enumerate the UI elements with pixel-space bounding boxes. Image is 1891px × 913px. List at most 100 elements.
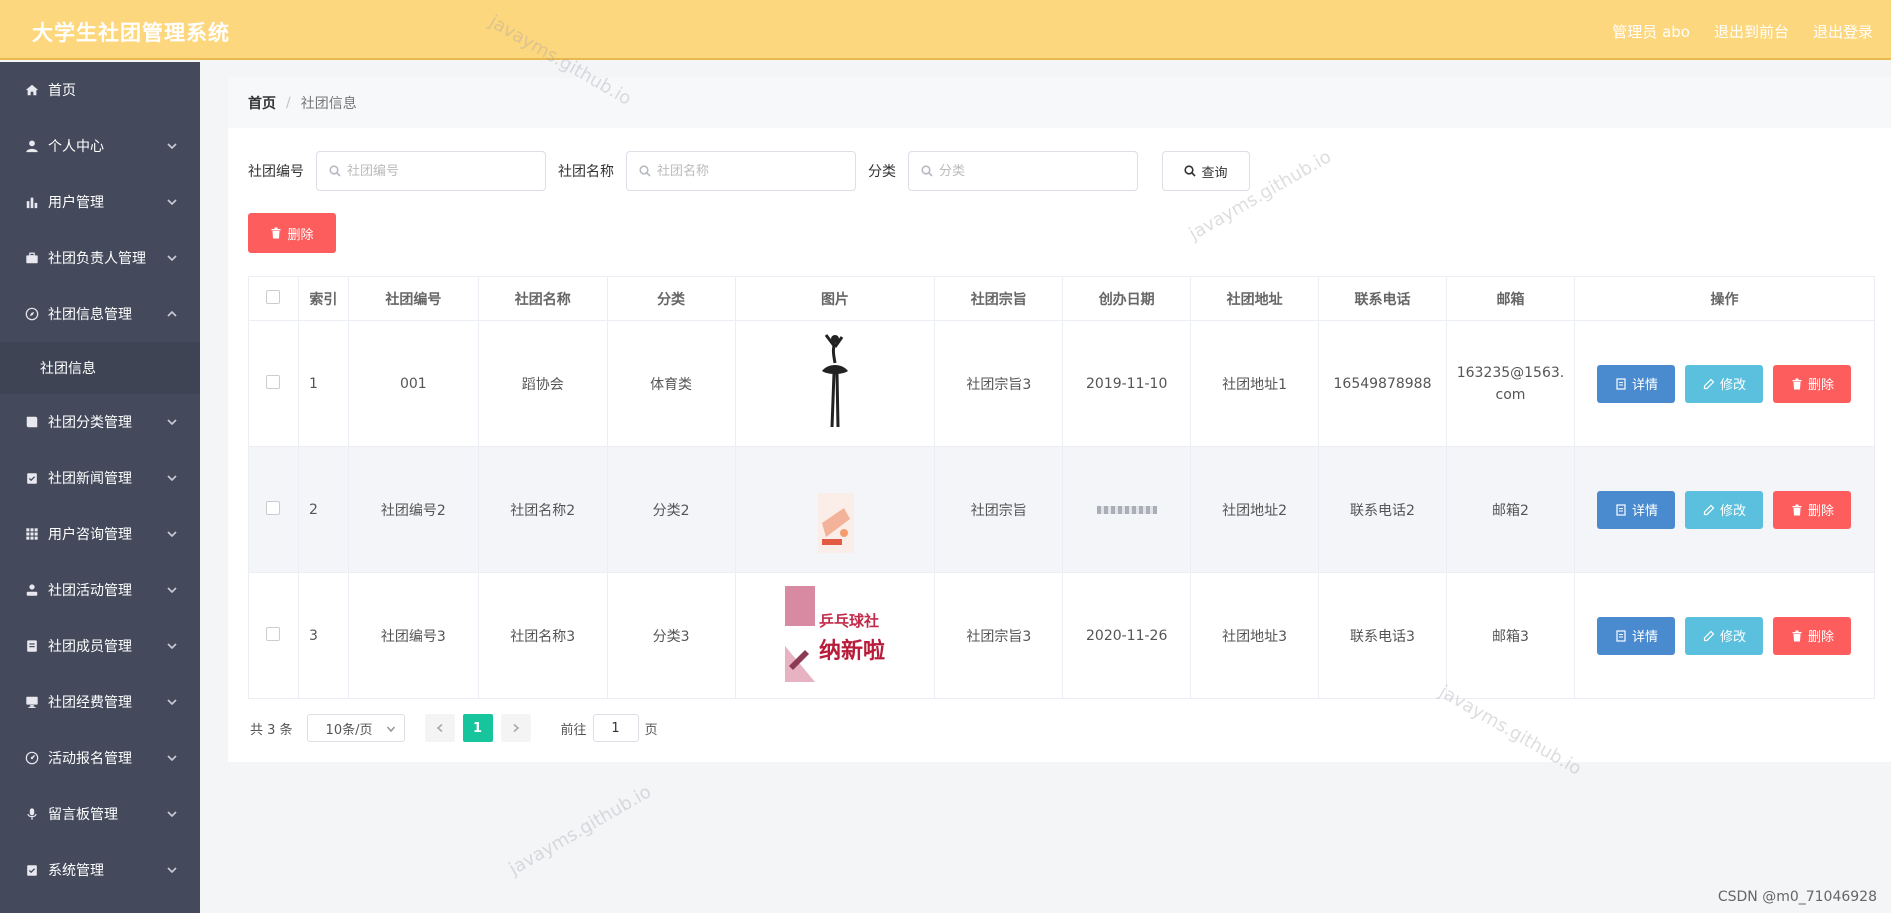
detail-button[interactable]: 详情 [1597, 490, 1676, 529]
chevron-down-icon [166, 696, 178, 708]
page-number-active[interactable]: 1 [462, 714, 493, 742]
cell-phone: 联系电话3 [1318, 572, 1447, 699]
goto-page-input[interactable] [592, 714, 639, 742]
sidebar-item-label: 留言板管理 [48, 807, 118, 823]
cell-email-text: 163235@1563.com [1456, 364, 1565, 403]
delete-label: 删除 [1807, 378, 1834, 393]
sidebar-item-members[interactable]: 社团成员管理 [0, 618, 200, 674]
cell-name: 社团名称2 [477, 446, 608, 573]
edit-label: 修改 [1719, 504, 1746, 519]
chevron-down-icon [166, 864, 178, 876]
date-blurred-text [1096, 505, 1157, 514]
category-label: 分类 [868, 164, 896, 180]
chevron-up-icon [166, 308, 178, 320]
sidebar-item-registration[interactable]: 活动报名管理 [0, 730, 200, 786]
page-size-value: 10条/页 [325, 722, 373, 738]
detail-label: 详情 [1631, 504, 1658, 519]
exit-to-front-link[interactable]: 退出到前台 [1714, 21, 1789, 42]
edit-button[interactable]: 修改 [1685, 616, 1764, 655]
chevron-down-icon [386, 726, 395, 733]
breadcrumb-home[interactable]: 首页 [248, 93, 276, 113]
sidebar-item-label: 活动报名管理 [48, 751, 132, 767]
chevron-down-icon [166, 252, 178, 264]
row-checkbox[interactable] [266, 626, 281, 641]
app-title: 大学生社团管理系统 [32, 21, 230, 45]
query-button[interactable]: 查询 [1162, 151, 1250, 191]
breadcrumb-separator: / [286, 95, 291, 111]
sidebar-item-news[interactable]: 社团新闻管理 [0, 450, 200, 506]
sidebar-item-label: 首页 [48, 83, 76, 99]
sidebar-item-label: 社团活动管理 [48, 583, 132, 599]
cell-name: 社团名称3 [477, 572, 608, 699]
cell-date [1062, 446, 1192, 573]
prev-page-button[interactable] [424, 714, 455, 742]
batch-delete-label: 删除 [287, 227, 314, 243]
row-checkbox[interactable] [266, 500, 281, 515]
select-all-checkbox[interactable] [266, 289, 281, 304]
category-input[interactable] [939, 163, 1119, 179]
page-suffix: 页 [644, 722, 658, 738]
sidebar-item-categories[interactable]: 社团分类管理 [0, 394, 200, 450]
sidebar-item-profile[interactable]: 个人中心 [0, 118, 200, 174]
watermark-text: javayms.github.io [505, 781, 655, 880]
sidebar-item-system[interactable]: 系统管理 [0, 842, 200, 898]
sidebar-item-home[interactable]: 首页 [0, 62, 200, 118]
settings-icon [24, 862, 40, 878]
header-index: 索引 [297, 276, 349, 321]
sidebar-item-label: 系统管理 [48, 863, 104, 879]
sidebar-item-activities[interactable]: 社团活动管理 [0, 562, 200, 618]
sidebar-item-leaders[interactable]: 社团负责人管理 [0, 230, 200, 286]
batch-delete-button[interactable]: 删除 [248, 213, 336, 253]
club-name-input[interactable] [657, 163, 837, 179]
category-field [908, 151, 1138, 191]
club-name-label: 社团名称 [558, 164, 614, 180]
header-actions: 操作 [1573, 276, 1876, 321]
chevron-down-icon [166, 808, 178, 820]
pencil-icon [1703, 504, 1715, 515]
cell-image: 乒乓球社 纳新啦! [734, 572, 936, 699]
sidebar-item-club-info[interactable]: 社团信息管理 [0, 286, 200, 342]
club-code-input[interactable] [347, 163, 527, 179]
compass-icon [24, 306, 40, 322]
sidebar-subitem-club-info[interactable]: 社团信息 [0, 342, 200, 394]
trash-icon [271, 227, 281, 239]
delete-button[interactable]: 删除 [1773, 364, 1852, 403]
poster-line2: 纳新啦! [819, 638, 885, 664]
breadcrumb-current: 社团信息 [300, 96, 357, 112]
delete-button[interactable]: 删除 [1773, 616, 1852, 655]
header-purpose: 社团宗旨 [934, 276, 1064, 321]
cell-purpose: 社团宗旨 [934, 446, 1064, 573]
sidebar-item-label: 社团分类管理 [48, 415, 132, 431]
cell-date: 2020-11-26 [1062, 572, 1192, 699]
detail-button[interactable]: 详情 [1597, 364, 1676, 403]
table-header-row: 索引 社团编号 社团名称 分类 图片 社团宗旨 创办日期 社团地址 联系电话 邮… [248, 276, 1876, 321]
header-nav: 管理员 abo 退出到前台 退出登录 [1612, 21, 1873, 42]
header-code: 社团编号 [347, 276, 479, 321]
select-all-cell [248, 276, 299, 321]
page-size-select[interactable]: 10条/页 [306, 714, 405, 742]
delete-button[interactable]: 删除 [1773, 490, 1852, 529]
cell-code: 001 [347, 320, 479, 447]
sidebar-item-label: 个人中心 [48, 139, 104, 155]
chevron-down-icon [166, 416, 178, 428]
cell-email: 163235@1563.com [1445, 320, 1575, 447]
next-page-button[interactable] [500, 714, 531, 742]
logout-link[interactable]: 退出登录 [1813, 21, 1873, 42]
sidebar-item-label: 社团经费管理 [48, 695, 132, 711]
sidebar-item-users[interactable]: 用户管理 [0, 174, 200, 230]
club-code-field [316, 151, 546, 191]
sidebar-item-messages[interactable]: 留言板管理 [0, 786, 200, 842]
row-checkbox[interactable] [266, 374, 281, 389]
header-image: 图片 [734, 276, 936, 321]
sidebar-item-funds[interactable]: 社团经费管理 [0, 674, 200, 730]
user-icon [24, 138, 40, 154]
edit-button[interactable]: 修改 [1685, 490, 1764, 529]
header-name: 社团名称 [477, 276, 608, 321]
document-icon [1616, 503, 1626, 516]
sidebar-item-consult[interactable]: 用户咨询管理 [0, 506, 200, 562]
header-phone: 联系电话 [1318, 276, 1447, 321]
mic-icon [24, 806, 40, 822]
edit-button[interactable]: 修改 [1685, 364, 1764, 403]
cell-code: 社团编号2 [347, 446, 479, 573]
detail-button[interactable]: 详情 [1597, 616, 1676, 655]
